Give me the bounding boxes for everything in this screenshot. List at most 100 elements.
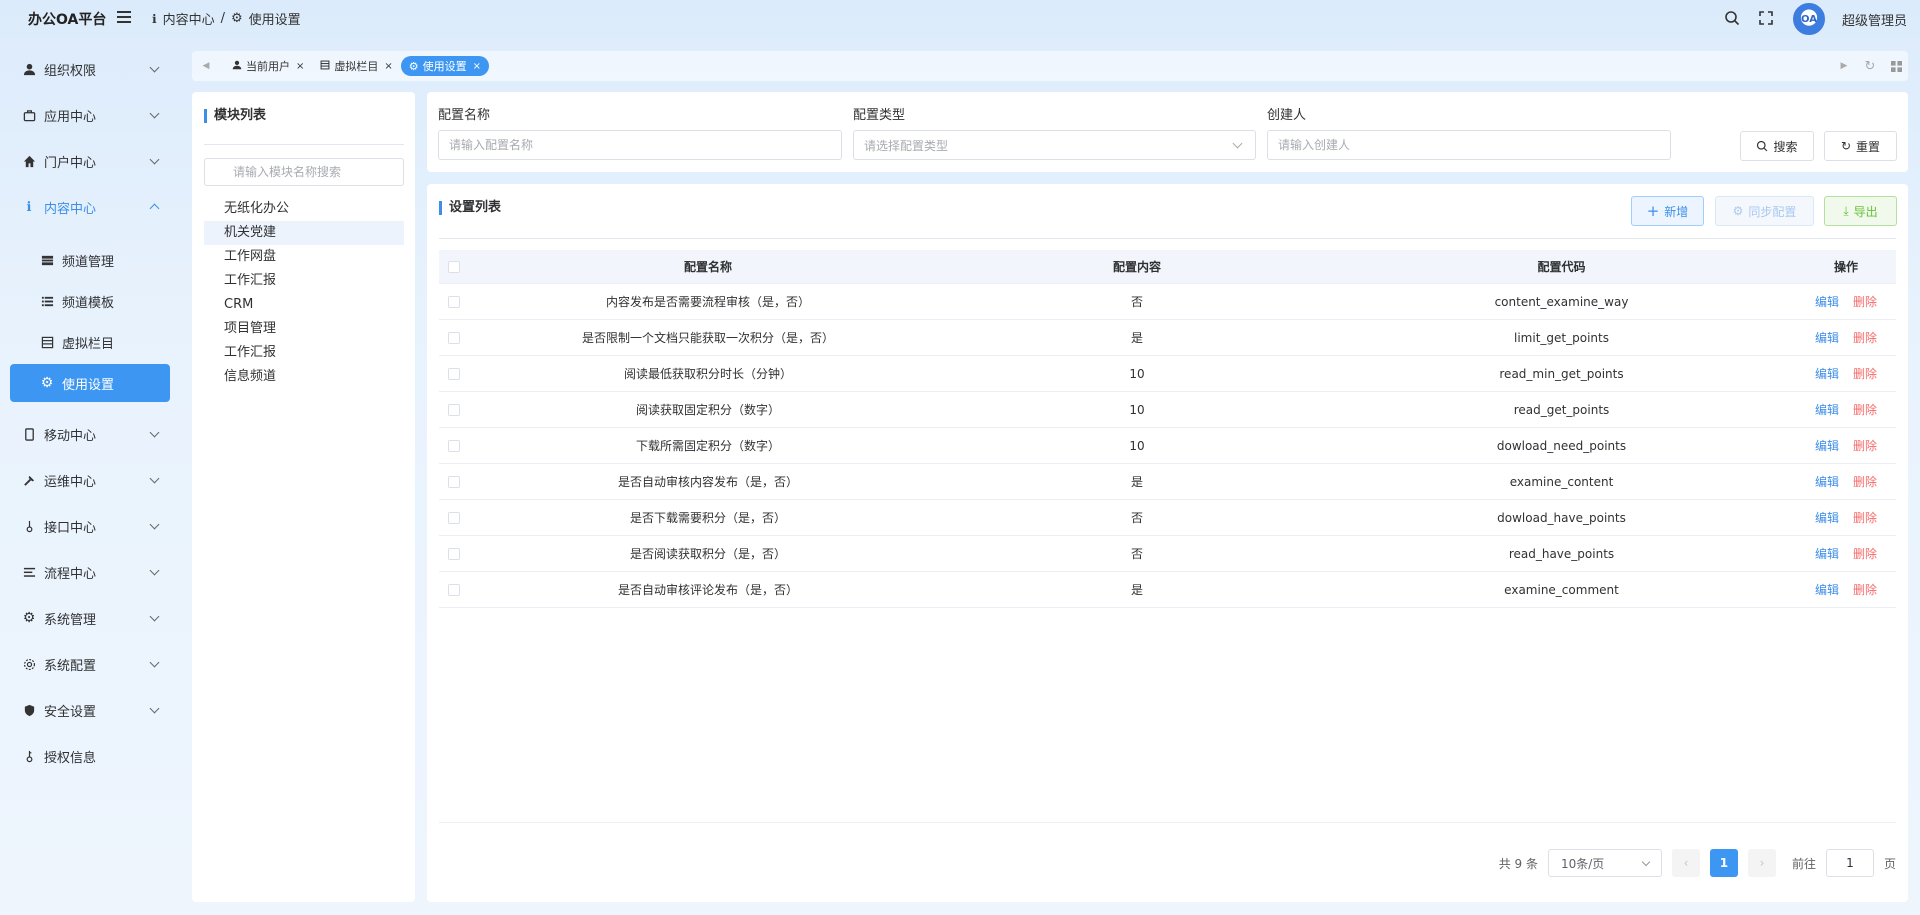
sidebar-item-virtual-column[interactable]: 虚拟栏目 <box>10 323 170 361</box>
module-item-selected[interactable]: 机关党建 <box>204 221 404 245</box>
delete-link[interactable]: 删除 <box>1853 509 1877 526</box>
gear-icon: ⚙ <box>230 11 243 26</box>
edit-link[interactable]: 编辑 <box>1815 581 1839 598</box>
chevron-down-icon <box>1641 857 1651 866</box>
grid-menu-icon[interactable] <box>1884 60 1908 72</box>
tab-close-icon[interactable]: × <box>296 61 304 72</box>
sidebar-item-system-manage[interactable]: ⚙ 系统管理 <box>10 599 170 637</box>
sidebar-item-usage-settings[interactable]: ⚙ 使用设置 <box>10 364 170 402</box>
breadcrumb-item-content[interactable]: 内容中心 <box>163 9 215 28</box>
tab-close-icon[interactable]: × <box>473 61 481 72</box>
sidebar-item-mobile[interactable]: 移动中心 <box>10 415 170 453</box>
edit-link[interactable]: 编辑 <box>1815 293 1839 310</box>
prev-page-button[interactable]: ‹ <box>1671 849 1700 877</box>
search-icon[interactable] <box>1724 10 1742 28</box>
next-page-button[interactable]: › <box>1747 849 1776 877</box>
edit-link[interactable]: 编辑 <box>1815 329 1839 346</box>
delete-link[interactable]: 删除 <box>1853 437 1877 454</box>
tab-close-icon[interactable]: × <box>384 61 392 72</box>
cell-name: 阅读获取固定积分（数字） <box>635 403 780 417</box>
avatar[interactable]: OA <box>1793 3 1825 35</box>
hammer-icon <box>22 473 36 487</box>
delete-link[interactable]: 删除 <box>1853 581 1877 598</box>
sidebar-item-ops[interactable]: 运维中心 <box>10 461 170 499</box>
sidebar-item-security[interactable]: 安全设置 <box>10 691 170 729</box>
table-row: 是否限制一个文档只能获取一次积分（是，否） 是 limit_get_points… <box>439 320 1896 356</box>
tab-virtual-column[interactable]: 虚拟栏目 × <box>312 56 400 76</box>
goto-page-input[interactable]: 1 <box>1825 849 1874 877</box>
download-icon: ⤓ <box>1843 203 1849 218</box>
search-button[interactable]: 搜索 <box>1740 131 1814 161</box>
tabs-scroll-left-icon[interactable]: ◀ <box>192 61 220 71</box>
sidebar-item-app[interactable]: 应用中心 <box>10 96 170 134</box>
edit-link[interactable]: 编辑 <box>1815 401 1839 418</box>
column-icon <box>40 335 54 349</box>
sidebar-item-system-config[interactable]: 系统配置 <box>10 645 170 683</box>
row-checkbox[interactable] <box>448 367 460 380</box>
config-name-input[interactable] <box>438 130 842 160</box>
sync-config-button[interactable]: ⚙ 同步配置 <box>1715 196 1814 226</box>
sidebar-item-channel-template[interactable]: 频道模板 <box>10 282 170 320</box>
select-all-checkbox[interactable] <box>448 260 460 273</box>
refresh-icon[interactable]: ↻ <box>1856 59 1884 74</box>
row-checkbox[interactable] <box>448 583 460 596</box>
page-size-select[interactable]: 10条/页 <box>1547 849 1662 877</box>
module-item[interactable]: 工作网盘 <box>204 245 404 269</box>
edit-link[interactable]: 编辑 <box>1815 437 1839 454</box>
edit-link[interactable]: 编辑 <box>1815 473 1839 490</box>
sidebar-item-license[interactable]: 授权信息 <box>10 737 170 775</box>
username[interactable]: 超级管理员 <box>1842 10 1907 29</box>
edit-link[interactable]: 编辑 <box>1815 365 1839 382</box>
menu-toggle-icon[interactable] <box>117 11 131 23</box>
row-checkbox[interactable] <box>448 547 460 560</box>
delete-link[interactable]: 删除 <box>1853 401 1877 418</box>
export-button[interactable]: ⤓ 导出 <box>1824 196 1897 226</box>
tabs-scroll-right-icon[interactable]: ▶ <box>1832 61 1856 71</box>
add-button[interactable]: + 新增 <box>1631 196 1704 226</box>
creator-input[interactable] <box>1267 130 1671 160</box>
delete-link[interactable]: 删除 <box>1853 545 1877 562</box>
row-checkbox[interactable] <box>448 511 460 524</box>
fullscreen-icon[interactable] <box>1758 10 1776 28</box>
cell-name: 阅读最低获取积分时长（分钟） <box>623 367 792 381</box>
row-checkbox[interactable] <box>448 403 460 416</box>
reset-button[interactable]: ↻ 重置 <box>1824 131 1897 161</box>
module-item[interactable]: 信息频道 <box>204 365 404 389</box>
edit-link[interactable]: 编辑 <box>1815 509 1839 526</box>
gear-icon: ⚙ <box>408 59 419 73</box>
delete-link[interactable]: 删除 <box>1853 329 1877 346</box>
cell-content: 10 <box>1129 402 1145 417</box>
gear-icon: ⚙ <box>40 375 54 391</box>
sidebar-item-portal[interactable]: 门户中心 <box>10 142 170 180</box>
row-checkbox[interactable] <box>448 439 460 452</box>
module-item[interactable]: 项目管理 <box>204 317 404 341</box>
divider <box>204 144 404 145</box>
mobile-icon <box>22 427 36 441</box>
chevron-down-icon <box>149 657 160 668</box>
row-checkbox[interactable] <box>448 475 460 488</box>
sidebar-item-org[interactable]: 组织权限 <box>10 50 170 88</box>
row-checkbox[interactable] <box>448 295 460 308</box>
edit-link[interactable]: 编辑 <box>1815 545 1839 562</box>
tab-usage-settings[interactable]: ⚙ 使用设置 × <box>400 56 490 76</box>
cell-code: read_get_points <box>1513 402 1610 417</box>
module-item[interactable]: 无纸化办公 <box>204 197 404 221</box>
search-icon <box>1757 140 1768 152</box>
sidebar-item-channel-manage[interactable]: 频道管理 <box>10 241 170 279</box>
delete-link[interactable]: 删除 <box>1853 293 1877 310</box>
delete-link[interactable]: 删除 <box>1853 473 1877 490</box>
sidebar-item-flow[interactable]: 流程中心 <box>10 553 170 591</box>
page-number-current[interactable]: 1 <box>1709 849 1738 877</box>
user-icon <box>22 62 36 76</box>
module-search-input[interactable] <box>204 158 404 186</box>
module-item[interactable]: CRM <box>204 293 404 317</box>
delete-link[interactable]: 删除 <box>1853 365 1877 382</box>
config-type-select[interactable]: 请选择配置类型 <box>853 130 1256 160</box>
app-logo: 办公OA平台 <box>28 12 107 28</box>
tab-current-user[interactable]: 当前用户 × <box>224 56 312 76</box>
sidebar-item-api[interactable]: 接口中心 <box>10 507 170 545</box>
module-item[interactable]: 工作汇报 <box>204 341 404 365</box>
module-item[interactable]: 工作汇报 <box>204 269 404 293</box>
sidebar-item-content[interactable]: ℹ 内容中心 <box>10 188 170 226</box>
row-checkbox[interactable] <box>448 331 460 344</box>
